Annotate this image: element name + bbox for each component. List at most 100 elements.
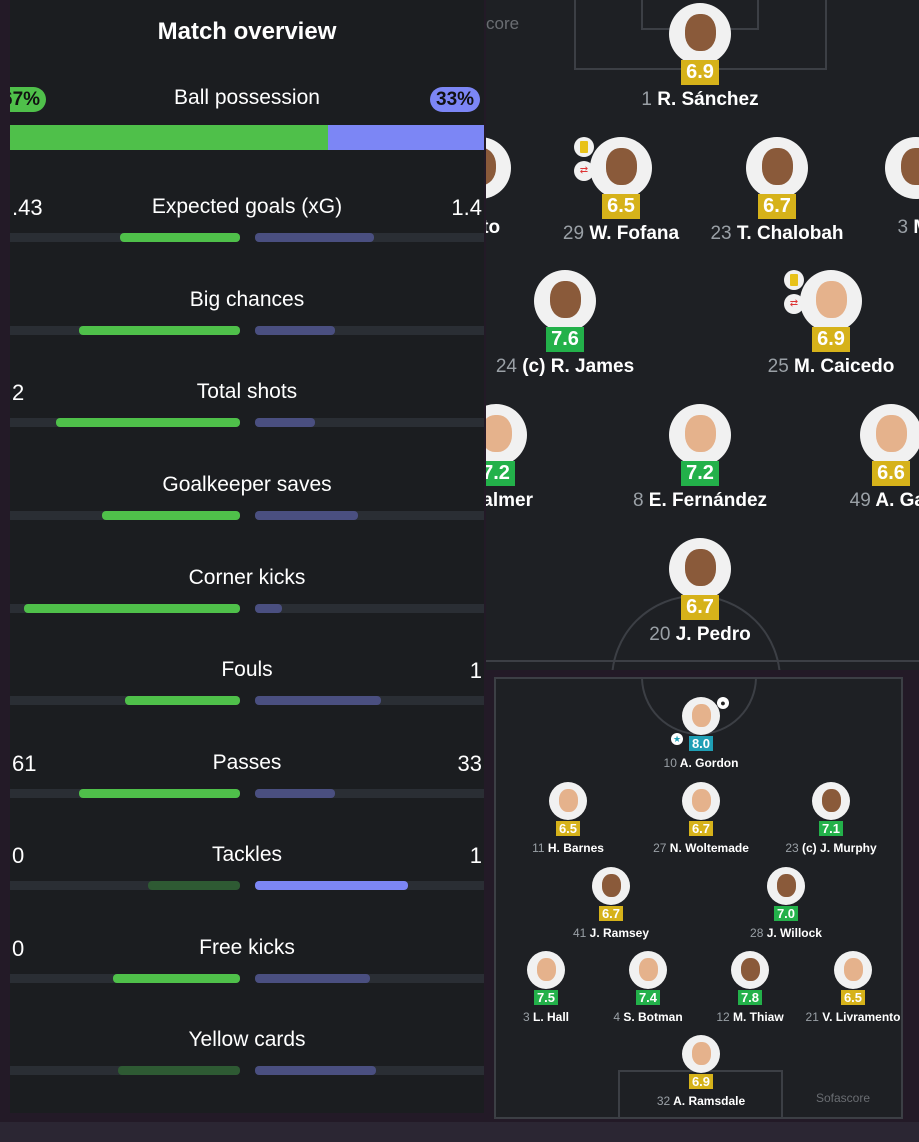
player-number: 3: [522, 1010, 530, 1024]
away-possession-bar: [328, 125, 484, 150]
player-name: 24 (c) R. James: [486, 356, 645, 378]
player-card[interactable]: 6.9 25 M. Caicedo ⇄: [751, 270, 911, 378]
player-name: 3 L. Hall: [511, 1010, 581, 1024]
player-rating-badge: 7.8: [737, 990, 763, 1005]
player-number: 28: [750, 926, 764, 940]
player-name-text: W. Fofana: [589, 223, 680, 244]
player-name: . Palmer: [486, 490, 566, 512]
player-card[interactable]: 7.8 12 M. Thiaw: [705, 951, 795, 1024]
stat-label: Free kicks: [199, 936, 295, 959]
player-name-text: A. Gar: [875, 490, 919, 511]
substitution-icon: ⇄: [784, 294, 804, 314]
home-stat-fill: [102, 511, 240, 520]
player-name: 1 R. Sánchez: [615, 89, 785, 111]
player-name-text: M. Thiaw: [733, 1010, 784, 1024]
home-stat-track: [10, 1066, 240, 1075]
player-photo: [746, 137, 808, 199]
chelsea-lineup-pitch: core 6.9 1 R. Sánchez usto 6.5 29 W. Fofana…: [486, 0, 919, 670]
player-number: 23: [785, 841, 799, 855]
player-card[interactable]: usto: [486, 137, 512, 239]
player-card[interactable]: 6.649 A. Gar: [831, 404, 919, 512]
player-photo: [834, 951, 872, 989]
player-card[interactable]: 7.5 3 L. Hall: [511, 951, 581, 1024]
player-photo: [549, 782, 587, 820]
player-rating-badge: 6.7: [688, 821, 714, 836]
stat-label: Total shots: [196, 380, 298, 403]
player-card[interactable]: 6.9 32 A. Ramsdale: [651, 1035, 751, 1108]
player-card[interactable]: 6.7 20 J. Pedro: [620, 538, 780, 646]
player-name: 21 V. Livramento: [798, 1010, 901, 1024]
player-name: 10 A. Gordon: [641, 756, 761, 770]
stat-away-value: 1.4: [451, 195, 482, 220]
player-photo: [682, 697, 720, 735]
home-stat-fill: [118, 1066, 240, 1075]
player-name-text: M.: [913, 217, 919, 238]
player-card[interactable]: 7.0 28 J. Willock: [736, 867, 836, 940]
player-photo: [527, 951, 565, 989]
home-stat-fill: [113, 974, 240, 983]
player-name-text: R. Sánchez: [657, 89, 759, 110]
away-stat-track: [255, 511, 484, 520]
stat-row: Yellow cards: [10, 1028, 484, 1088]
player-name: 20 J. Pedro: [620, 624, 780, 646]
player-name: 29 W. Fofana: [546, 223, 696, 245]
player-card[interactable]: 6.5 21 V. Livramento: [798, 951, 901, 1024]
home-stat-track: [10, 326, 240, 335]
player-number: 29: [562, 223, 585, 244]
player-card[interactable]: 6.7 27 N. Woltemade: [641, 782, 761, 855]
player-photo: [629, 951, 667, 989]
stat-label: Goalkeeper saves: [162, 473, 332, 496]
player-card[interactable]: 6.7 41 J. Ramsey: [561, 867, 661, 940]
player-card[interactable]: 6.7 23 T. Chalobah: [702, 137, 852, 245]
player-name-text: H. Barnes: [547, 841, 604, 855]
stat-row: Fouls 1: [10, 658, 484, 718]
home-stat-track: [10, 418, 240, 427]
player-rating-badge: 8.0: [688, 736, 714, 751]
player-name: 49 A. Gar: [831, 490, 919, 512]
stat-row: Big chances: [10, 288, 484, 348]
player-name-text: J. Willock: [766, 926, 822, 940]
home-stat-fill: [148, 881, 240, 890]
player-photo: [731, 951, 769, 989]
player-photo: [669, 3, 731, 65]
home-stat-track: [10, 974, 240, 983]
away-stat-track: [255, 696, 484, 705]
sofascore-watermark-top: core: [486, 14, 520, 33]
player-name-text: N. Woltemade: [669, 841, 749, 855]
home-stat-fill: [120, 233, 240, 242]
away-possession-badge: 33%: [430, 87, 481, 112]
stat-row: 0 Tackles 1: [10, 843, 484, 903]
player-card[interactable]: 3 M.: [881, 137, 919, 239]
player-card[interactable]: 7.1 23 (c) J. Murphy: [771, 782, 891, 855]
player-card[interactable]: 7.4 4 S. Botman: [603, 951, 693, 1024]
player-card[interactable]: 6.5 29 W. Fofana ⇄: [546, 137, 696, 245]
player-name-text: (c) R. James: [522, 356, 635, 377]
home-stat-track: [10, 696, 240, 705]
goal-ball-icon: ●: [717, 697, 729, 709]
player-rating-badge: 7.4: [635, 990, 661, 1005]
player-name-text: A. Ramsdale: [673, 1094, 746, 1108]
player-card[interactable]: 8.0 10 A. Gordon ★ ●: [641, 697, 761, 770]
player-number: 49: [849, 490, 871, 511]
substitution-icon: ⇄: [574, 161, 594, 181]
home-stat-track: [10, 789, 240, 798]
home-stat-fill: [79, 326, 240, 335]
away-stat-fill: [255, 511, 358, 520]
player-card[interactable]: 7.6 24 (c) R. James: [486, 270, 645, 378]
player-number: 27: [653, 841, 667, 855]
possession-label: Ball possession: [174, 86, 320, 109]
player-card[interactable]: 7.2 8 E. Fernández: [615, 404, 785, 512]
player-rating-badge: 6.7: [598, 906, 624, 921]
player-number: 25: [767, 356, 789, 377]
player-name-text: J. Pedro: [675, 624, 751, 645]
player-card[interactable]: 7.2 . Palmer: [486, 404, 566, 512]
away-stat-track: [255, 418, 484, 427]
player-name: 25 M. Caicedo: [751, 356, 911, 378]
player-card[interactable]: 6.9 1 R. Sánchez: [615, 3, 785, 111]
stat-label: Big chances: [189, 288, 305, 311]
player-photo: [767, 867, 805, 905]
home-stat-track: [10, 511, 240, 520]
player-name: 11 H. Barnes: [518, 841, 618, 855]
yellow-card-icon: [574, 137, 594, 157]
player-card[interactable]: 6.5 11 H. Barnes: [518, 782, 618, 855]
